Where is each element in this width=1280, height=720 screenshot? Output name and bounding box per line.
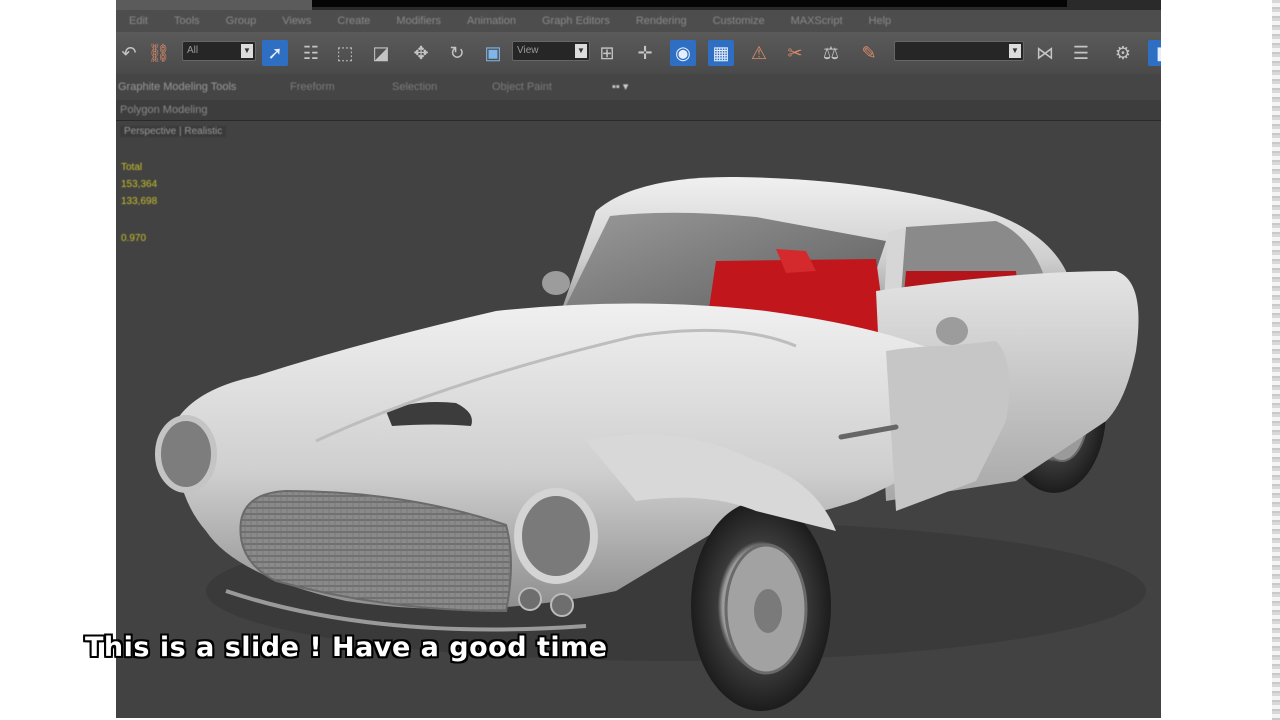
selection-filter-value: All <box>187 45 199 56</box>
named-selection-dropdown[interactable]: ▼ <box>894 41 1024 61</box>
rect-select-icon[interactable]: ⬚ <box>332 40 358 66</box>
left-headlight <box>155 415 217 493</box>
undo-icon[interactable]: ↶ <box>116 40 142 66</box>
door <box>886 341 1010 511</box>
slide-caption: This is a slide ! Have a good time <box>85 632 608 663</box>
chevron-down-icon: ▼ <box>241 44 253 58</box>
reference-coord-dropdown[interactable]: View ▼ <box>512 41 590 61</box>
ribbon-tabs: Graphite Modeling Tools Freeform Selecti… <box>116 74 1161 100</box>
edit-named-selection-icon[interactable]: ⚖ <box>818 40 844 66</box>
menu-item-customize[interactable]: Customize <box>700 10 778 32</box>
menu-item-graph-editors[interactable]: Graph Editors <box>529 10 623 32</box>
menu-item-create[interactable]: Create <box>324 10 383 32</box>
tab-graphite-modeling-tools[interactable]: Graphite Modeling Tools <box>118 74 236 100</box>
menu-item-maxscript[interactable]: MAXScript <box>778 10 856 32</box>
select-manipulate-icon[interactable]: ✛ <box>632 40 658 66</box>
reference-coord-value: View <box>517 45 539 56</box>
tab-selection[interactable]: Selection <box>392 74 437 100</box>
link-icon[interactable]: ⛓ <box>146 40 172 66</box>
perspective-viewport[interactable]: Perspective | Realistic Total 153,364 13… <box>116 121 1161 718</box>
menu-item-help[interactable]: Help <box>856 10 905 32</box>
ribbon-options-icon[interactable]: ▪▪ ▾ <box>612 74 628 100</box>
fog-light-icon <box>518 587 542 611</box>
main-toolbar: ↶ ⛓ All ▼ ➚ ☷ ⬚ ◪ ✥ ↻ ▣ View ▼ ⊞ ✛ ◉ ▦ ⚠… <box>116 32 1161 74</box>
menu-item-modifiers[interactable]: Modifiers <box>383 10 454 32</box>
pivot-icon[interactable]: ⊞ <box>594 40 620 66</box>
menu-item-group[interactable]: Group <box>213 10 270 32</box>
select-by-name-icon[interactable]: ☷ <box>298 40 324 66</box>
panel-polygon-modeling[interactable]: Polygon Modeling <box>120 100 207 120</box>
right-headlight <box>514 488 598 584</box>
select-icon[interactable]: ➚ <box>262 40 288 66</box>
window-crossing-icon[interactable]: ◪ <box>368 40 394 66</box>
menu-item-views[interactable]: Views <box>269 10 324 32</box>
side-mirror <box>936 317 968 345</box>
title-bar <box>116 0 1161 10</box>
percent-snap-icon[interactable]: ⚠ <box>746 40 772 66</box>
menu-item-animation[interactable]: Animation <box>454 10 529 32</box>
page-edge-strip <box>1272 0 1280 720</box>
render-icon[interactable]: ▮ <box>1148 40 1161 66</box>
align-icon[interactable]: ⋈ <box>1032 40 1058 66</box>
tab-freeform[interactable]: Freeform <box>290 74 335 100</box>
angle-snap-icon[interactable]: ▦ <box>708 40 734 66</box>
car-model-render[interactable] <box>116 121 1161 718</box>
rotate-icon[interactable]: ↻ <box>444 40 470 66</box>
max-application-window: Edit Tools Group Views Create Modifiers … <box>116 0 1161 718</box>
ribbon-panel-bar: Polygon Modeling <box>116 100 1161 121</box>
mirror-icon[interactable]: ✎ <box>856 40 882 66</box>
layer-manager-icon[interactable]: ☰ <box>1068 40 1094 66</box>
move-icon[interactable]: ✥ <box>408 40 434 66</box>
menu-item-tools[interactable]: Tools <box>161 10 213 32</box>
tab-object-paint[interactable]: Object Paint <box>492 74 552 100</box>
scale-icon[interactable]: ▣ <box>480 40 506 66</box>
menu-item-edit[interactable]: Edit <box>116 10 161 32</box>
menu-item-rendering[interactable]: Rendering <box>623 10 700 32</box>
spinner-snap-icon[interactable]: ✂ <box>782 40 808 66</box>
menu-bar: Edit Tools Group Views Create Modifiers … <box>116 10 1161 32</box>
chevron-down-icon: ▼ <box>1009 44 1021 58</box>
render-setup-icon[interactable]: ⚙ <box>1110 40 1136 66</box>
snap-icon[interactable]: ◉ <box>670 40 696 66</box>
chevron-down-icon: ▼ <box>575 44 587 58</box>
selection-filter-dropdown[interactable]: All ▼ <box>182 41 256 61</box>
